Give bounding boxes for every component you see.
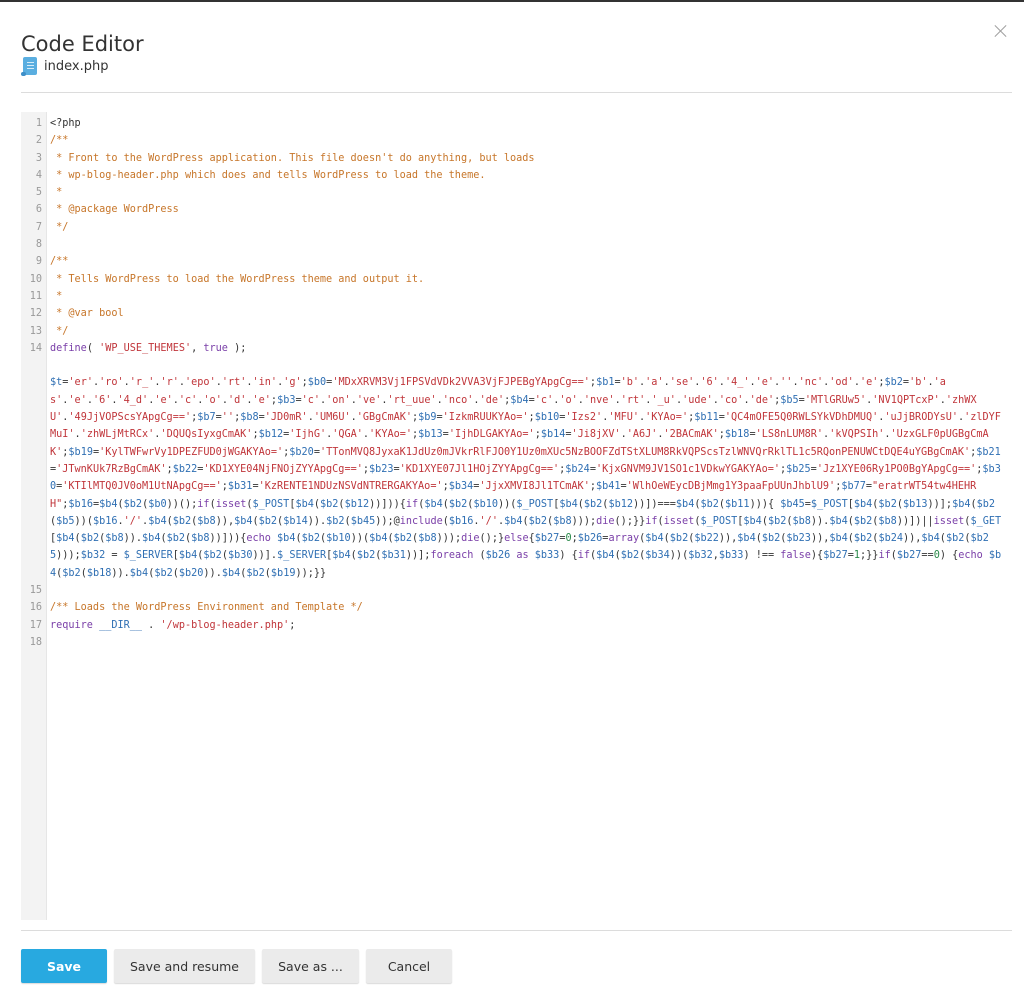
code-line[interactable]: 10 * Tells WordPress to load the WordPre… (21, 271, 1012, 288)
line-text[interactable]: * (42, 184, 1002, 201)
line-number: 14 (29, 342, 42, 354)
line-text[interactable]: * @var bool (42, 305, 1002, 322)
code-line[interactable]: 2/** (21, 132, 1012, 149)
line-number: 6 (35, 204, 42, 216)
code-line[interactable]: 8​ (21, 236, 1012, 253)
line-text[interactable]: require __DIR__ . '/wp-blog-header.php'; (42, 617, 1002, 634)
line-number: 17 (29, 619, 42, 631)
code-line[interactable]: 5 * (21, 184, 1012, 201)
code-line[interactable]: 6 * @package WordPress (21, 201, 1012, 218)
save-and-resume-button[interactable]: Save and resume (114, 949, 255, 983)
file-label: index.php (21, 56, 108, 76)
line-number: 4 (35, 169, 42, 181)
code-line[interactable]: 15​ (21, 582, 1012, 599)
line-number: 15 (29, 585, 42, 597)
line-number: 1 (35, 118, 42, 129)
code-line[interactable]: 3 * Front to the WordPress application. … (21, 150, 1012, 167)
code-line[interactable]: 4 * wp-blog-header.php which does and te… (21, 167, 1012, 184)
line-number: 9 (35, 256, 42, 268)
line-number: 7 (35, 221, 42, 233)
line-text[interactable]: * wp-blog-header.php which does and tell… (42, 167, 1002, 184)
save-button[interactable]: Save (21, 949, 107, 983)
code-line[interactable]: 18​ (21, 634, 1012, 651)
line-text[interactable]: * (42, 288, 1002, 305)
dialog-title: Code Editor (21, 32, 144, 57)
line-text[interactable]: ​ (42, 582, 1002, 599)
line-number: 5 (35, 187, 42, 199)
code-area[interactable]: 1 <?php 2/** 3 * Front to the WordPress app… (21, 115, 1012, 651)
line-number: 12 (29, 308, 42, 320)
window-top-border (0, 0, 1024, 2)
file-name: index.php (44, 58, 109, 74)
php-file-icon (21, 56, 38, 76)
code-line[interactable]: 7 */ (21, 219, 1012, 236)
line-text[interactable]: */ (42, 219, 1002, 236)
line-number: 13 (29, 325, 42, 337)
cancel-button[interactable]: Cancel (366, 949, 452, 983)
line-number: 3 (35, 152, 42, 164)
footer-divider (21, 930, 1012, 931)
line-number: 18 (29, 636, 42, 648)
code-line[interactable]: 16/** Loads the WordPress Environment an… (21, 599, 1012, 616)
line-number: 8 (35, 239, 42, 251)
line-number: 11 (29, 290, 42, 302)
line-text[interactable]: ​ (42, 634, 1002, 651)
line-text[interactable]: * @package WordPress (42, 201, 1002, 218)
code-line[interactable]: 12 * @var bool (21, 305, 1012, 322)
code-line[interactable]: 13 */ (21, 323, 1012, 340)
line-number: 2 (35, 135, 42, 147)
line-text[interactable]: ​ (42, 236, 1002, 253)
code-line[interactable]: 1 <?php (21, 115, 1012, 132)
code-line[interactable]: 17 require __DIR__ . '/wp-blog-header.php… (21, 617, 1012, 634)
line-text[interactable]: <?php (42, 115, 1002, 132)
line-text[interactable]: /** (42, 253, 1002, 270)
line-number: 16 (29, 602, 42, 614)
line-text[interactable]: /** Loads the WordPress Environment and … (42, 599, 1002, 616)
code-line[interactable]: 9/** (21, 253, 1012, 270)
header-divider (21, 92, 1012, 93)
line-number: 10 (29, 273, 42, 285)
line-text[interactable]: * Front to the WordPress application. Th… (42, 150, 1002, 167)
line-text[interactable]: */ (42, 323, 1002, 340)
line-text[interactable]: /** (42, 132, 1002, 149)
code-editor[interactable]: 1 <?php 2/** 3 * Front to the WordPress app… (21, 112, 1012, 920)
save-as-button[interactable]: Save as ... (262, 949, 359, 983)
close-icon[interactable] (994, 24, 1008, 38)
code-line[interactable]: 14 define( 'WP_USE_THEMES', true ); $t='e… (21, 340, 1012, 582)
line-text[interactable]: define( 'WP_USE_THEMES', true ); $t='er'… (42, 340, 1002, 582)
code-line[interactable]: 11 * (21, 288, 1012, 305)
line-text[interactable]: * Tells WordPress to load the WordPress … (42, 271, 1002, 288)
